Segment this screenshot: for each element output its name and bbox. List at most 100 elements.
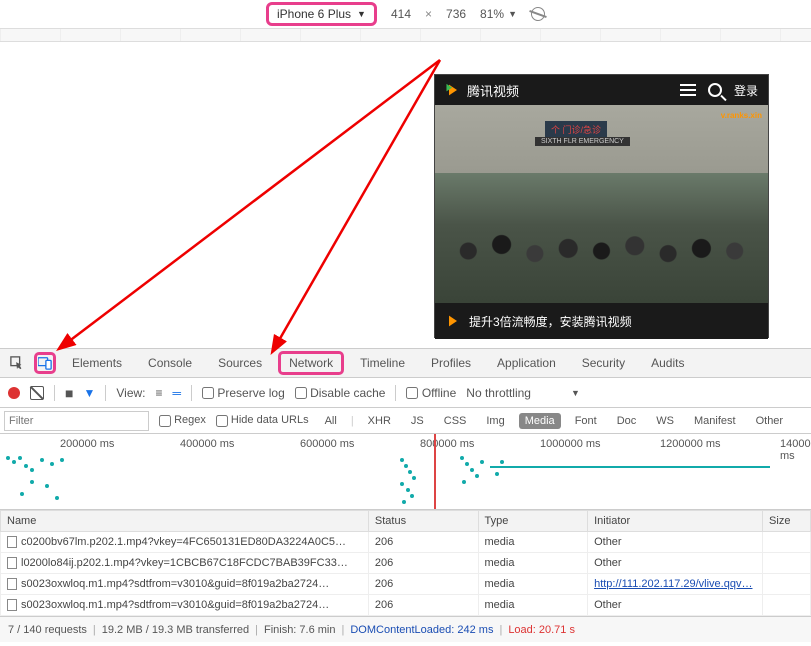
cell-size (763, 532, 811, 553)
table-row[interactable]: l0200lo84ij.p202.1.mp4?vkey=1CBCB67C18FC… (1, 553, 811, 574)
filter-chip-media[interactable]: Media (519, 413, 561, 429)
cell-type: media (478, 532, 588, 553)
filter-chip-js[interactable]: JS (405, 413, 430, 429)
inspect-element-icon[interactable] (6, 352, 28, 374)
tab-sources[interactable]: Sources (208, 352, 272, 374)
time-label: 800000 ms (420, 438, 474, 450)
clear-icon[interactable] (30, 386, 44, 400)
throttling-select[interactable]: No throttling▼ (466, 386, 580, 400)
play-logo-icon (445, 82, 461, 98)
time-label: 400000 ms (180, 438, 234, 450)
cell-size (763, 574, 811, 595)
filter-chip-css[interactable]: CSS (438, 413, 473, 429)
tab-audits[interactable]: Audits (641, 352, 694, 374)
device-select[interactable]: iPhone 6 Plus ▼ (266, 2, 377, 26)
tab-network[interactable]: Network (278, 351, 344, 375)
search-icon[interactable] (708, 83, 722, 97)
offline-checkbox[interactable]: Offline (406, 386, 456, 400)
zoom-value: 81% (480, 7, 504, 21)
cell-size (763, 553, 811, 574)
login-link[interactable]: 登录 (734, 82, 758, 99)
col-status[interactable]: Status (368, 511, 478, 532)
network-table: Name Status Type Initiator Size c0200bv6… (0, 510, 811, 616)
filter-chip-xhr[interactable]: XHR (362, 413, 397, 429)
device-toggle-icon[interactable] (34, 352, 56, 374)
device-name: iPhone 6 Plus (277, 7, 351, 21)
time-label: 200000 ms (60, 438, 114, 450)
waterfall-marks (0, 454, 811, 510)
viewport-width[interactable]: 414 (391, 7, 411, 21)
zoom-select[interactable]: 81% ▼ (480, 7, 517, 21)
tab-elements[interactable]: Elements (62, 352, 132, 374)
filter-chip-font[interactable]: Font (569, 413, 603, 429)
app-header: 腾讯视频 登录 (435, 75, 768, 105)
filter-chip-img[interactable]: Img (480, 413, 510, 429)
cell-name: s0023oxwloq.m1.mp4?sdtfrom=v3010&guid=8f… (1, 574, 369, 595)
preserve-log-checkbox[interactable]: Preserve log (202, 386, 285, 400)
app-title: 腾讯视频 (467, 81, 519, 100)
cell-type: media (478, 595, 588, 616)
time-label: 600000 ms (300, 438, 354, 450)
watermark: v.ranks.xin (721, 111, 762, 120)
status-dcl: DOMContentLoaded: 242 ms (350, 624, 493, 636)
time-label: 1000000 ms (540, 438, 601, 450)
file-icon (7, 557, 17, 569)
tab-profiles[interactable]: Profiles (421, 352, 481, 374)
filter-chip-other[interactable]: Other (750, 413, 790, 429)
filter-bar: Regex Hide data URLs All | XHR JS CSS Im… (0, 408, 811, 434)
col-size[interactable]: Size (763, 511, 811, 532)
ruler (0, 28, 811, 42)
view-list-icon[interactable]: ≡ (156, 386, 163, 400)
tab-timeline[interactable]: Timeline (350, 352, 415, 374)
regex-checkbox[interactable]: Regex (159, 414, 206, 426)
device-emulation-bar: iPhone 6 Plus ▼ 414 × 736 81% ▼ (0, 0, 811, 28)
promo-text: 提升3倍流畅度，安装腾讯视频 (469, 313, 632, 330)
hide-data-urls-checkbox[interactable]: Hide data URLs (216, 414, 309, 426)
cell-name: l0200lo84ij.p202.1.mp4?vkey=1CBCB67C18FC… (1, 553, 369, 574)
table-row[interactable]: s0023oxwloq.m1.mp4?sdtfrom=v3010&guid=8f… (1, 595, 811, 616)
cell-initiator[interactable]: http://111.202.117.29/vlive.qqv… (588, 574, 763, 595)
time-label: 1200000 ms (660, 438, 721, 450)
play-logo-icon (445, 313, 461, 329)
filter-chip-all[interactable]: All (319, 413, 343, 429)
viewport-area: 腾讯视频 登录 个 门诊/急诊 SIXTH FLR EMERGENCY v.ra… (0, 42, 811, 348)
screenshot-icon[interactable]: ■ (65, 385, 73, 401)
col-initiator[interactable]: Initiator (588, 511, 763, 532)
filter-icon[interactable]: ▼ (83, 386, 95, 400)
col-type[interactable]: Type (478, 511, 588, 532)
waterfall-overview[interactable]: 200000 ms 400000 ms 600000 ms 800000 ms … (0, 434, 811, 510)
status-transfer: 19.2 MB / 19.3 MB transferred (102, 624, 249, 636)
video-player[interactable]: 个 门诊/急诊 SIXTH FLR EMERGENCY v.ranks.xin (435, 105, 768, 303)
view-large-icon[interactable]: ═ (173, 386, 182, 400)
app-logo[interactable]: 腾讯视频 (445, 81, 519, 100)
filter-chip-ws[interactable]: WS (650, 413, 680, 429)
table-row[interactable]: c0200bv67lm.p202.1.mp4?vkey=4FC650131ED8… (1, 532, 811, 553)
cell-name: c0200bv67lm.p202.1.mp4?vkey=4FC650131ED8… (1, 532, 369, 553)
promo-banner[interactable]: 提升3倍流畅度，安装腾讯视频 (435, 303, 768, 339)
viewport-height[interactable]: 736 (446, 7, 466, 21)
status-finish: Finish: 7.6 min (264, 624, 336, 636)
table-row[interactable]: s0023oxwloq.m1.mp4?sdtfrom=v3010&guid=8f… (1, 574, 811, 595)
filter-chip-doc[interactable]: Doc (611, 413, 643, 429)
cell-size (763, 595, 811, 616)
disable-cache-checkbox[interactable]: Disable cache (295, 386, 386, 400)
cell-initiator: Other (588, 595, 763, 616)
menu-icon[interactable] (680, 84, 696, 96)
tab-security[interactable]: Security (572, 352, 635, 374)
scene-sign: 个 门诊/急诊 (545, 121, 607, 138)
status-bar: 7 / 140 requests | 19.2 MB / 19.3 MB tra… (0, 616, 811, 642)
tab-console[interactable]: Console (138, 352, 202, 374)
network-toolbar: ■ ▼ View: ≡ ═ Preserve log Disable cache… (0, 378, 811, 408)
col-name[interactable]: Name (1, 511, 369, 532)
filter-input[interactable] (4, 411, 149, 431)
rotate-icon[interactable] (529, 5, 547, 23)
tab-application[interactable]: Application (487, 352, 566, 374)
filter-chip-manifest[interactable]: Manifest (688, 413, 742, 429)
cell-type: media (478, 574, 588, 595)
cell-status: 206 (368, 595, 478, 616)
table-header-row: Name Status Type Initiator Size (1, 511, 811, 532)
record-button[interactable] (8, 387, 20, 399)
chevron-down-icon: ▼ (508, 9, 517, 19)
scene-sign-sub: SIXTH FLR EMERGENCY (535, 137, 630, 146)
devtools-tabstrip: Elements Console Sources Network Timelin… (0, 348, 811, 378)
